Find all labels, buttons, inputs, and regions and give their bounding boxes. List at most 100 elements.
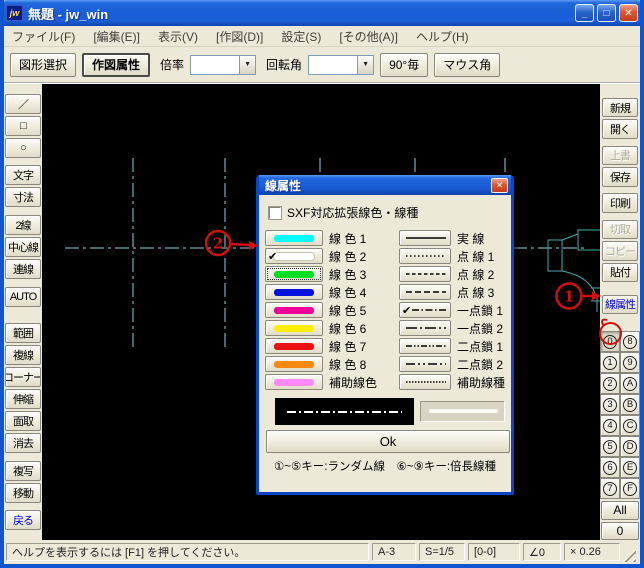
chevron-down-icon[interactable]: ▼ (239, 55, 256, 74)
left-tool-1-1[interactable]: 寸法 (5, 187, 41, 207)
left-tool-4-4[interactable]: 面取 (5, 411, 41, 431)
title-bar: jw 無題 - jw_win _ □ ✕ (0, 0, 644, 26)
layer-key-A[interactable]: A (620, 373, 640, 395)
layer-key-4[interactable]: 4 (600, 415, 620, 437)
color-swatch-button-5[interactable] (265, 302, 323, 318)
left-tool-5-1[interactable]: 移動 (5, 483, 41, 503)
shape-select-button[interactable]: 図形選択 (10, 52, 77, 77)
right-tool-3-2[interactable]: 貼付 (602, 262, 638, 283)
rotation-combo[interactable]: ▼ (308, 54, 375, 75)
right-tool-2-0[interactable]: 印刷 (602, 193, 638, 213)
mouse-angle-button[interactable]: マウス角 (434, 52, 501, 77)
linetype-button-1[interactable] (399, 230, 451, 246)
left-tool-0-0[interactable]: ／ (5, 94, 41, 114)
layer-key-D[interactable]: D (620, 436, 640, 458)
color-swatch-button-8[interactable] (265, 356, 323, 372)
layer-key-circle: 0 (603, 334, 617, 349)
scale-combo[interactable]: ▼ (190, 54, 257, 75)
right-tool-3-0[interactable]: 切取 (602, 219, 638, 240)
left-tool-0-2[interactable]: ○ (5, 138, 41, 158)
menu-item-0[interactable]: ファイル(F) (10, 26, 77, 47)
scale-combo-value[interactable] (191, 56, 239, 74)
layer-key-8[interactable]: 8 (620, 331, 640, 353)
left-tool-4-1[interactable]: 複線 (5, 345, 41, 365)
dialog-title-bar[interactable]: 線属性 ✕ (259, 175, 511, 195)
left-tool-3-0[interactable]: AUTO (5, 287, 41, 307)
left-tool-4-3[interactable]: 伸縮 (5, 389, 41, 409)
dialog-close-button[interactable]: ✕ (491, 177, 508, 193)
layer-key-9[interactable]: 9 (620, 352, 640, 374)
linetype-button-8[interactable] (399, 356, 451, 372)
maximize-button[interactable]: □ (597, 4, 616, 22)
menu-item-3[interactable]: [作図(D)] (214, 26, 265, 47)
color-bar (274, 270, 314, 278)
color-swatch-button-1[interactable] (265, 230, 323, 246)
color-swatch-button-9[interactable] (265, 374, 323, 390)
menu-item-1[interactable]: [編集(E)] (91, 26, 142, 47)
layer-key-1[interactable]: 1 (600, 352, 620, 374)
right-tool-3-1[interactable]: コピー (602, 241, 638, 261)
menu-item-2[interactable]: 表示(V) (156, 26, 200, 47)
linetype-button-4[interactable] (399, 284, 451, 300)
color-swatch-button-3[interactable] (265, 266, 323, 282)
status-panel-1: S=1/5 (419, 543, 465, 561)
linetype-button-2[interactable] (399, 248, 451, 264)
all-layers-button[interactable]: All (601, 501, 639, 520)
linetype-button-6[interactable] (399, 320, 451, 336)
scale-label: 倍率 (160, 58, 185, 72)
draw-attr-button[interactable]: 作図属性 (82, 52, 151, 77)
color-label-3: 線 色 3 (329, 267, 367, 282)
menu-item-4[interactable]: 設定(S) (279, 26, 323, 47)
close-button[interactable]: ✕ (619, 4, 638, 22)
color-label-1: 線 色 1 (329, 231, 367, 246)
layer-key-6[interactable]: 6 (600, 457, 620, 479)
left-tool-5-0[interactable]: 複写 (5, 461, 41, 481)
menu-item-6[interactable]: ヘルプ(H) (414, 26, 471, 47)
sxf-checkbox[interactable] (268, 205, 282, 220)
menu-item-5[interactable]: [その他(A)] (337, 26, 400, 47)
layer-key-grid: 08192A3B4C5D6E7F (600, 331, 640, 500)
color-swatch-button-2[interactable]: ✔ (265, 248, 323, 264)
layer-key-F[interactable]: F (620, 478, 640, 500)
left-tool-2-1[interactable]: 中心線 (5, 237, 41, 257)
resize-grip-icon[interactable] (623, 549, 636, 562)
layer-key-3[interactable]: 3 (600, 394, 620, 416)
left-tool-4-2[interactable]: コーナー (5, 367, 41, 387)
left-tool-4-0[interactable]: 範囲 (5, 323, 41, 343)
right-tool-0-0[interactable]: 新規 (602, 98, 638, 118)
rotation-combo-value[interactable] (309, 56, 357, 74)
right-tool-0-1[interactable]: 開く (602, 119, 638, 139)
color-swatch-button-7[interactable] (265, 338, 323, 354)
color-swatch-button-6[interactable] (265, 320, 323, 336)
layer-key-0[interactable]: 0 (600, 331, 620, 353)
left-tool-2-2[interactable]: 連線 (5, 259, 41, 279)
layer-key-C[interactable]: C (620, 415, 640, 437)
layer-key-B[interactable]: B (620, 394, 640, 416)
color-swatch-button-4[interactable] (265, 284, 323, 300)
linetype-button-5[interactable]: ✔ (399, 302, 451, 318)
right-tool-1-0[interactable]: 上書 (602, 145, 638, 166)
linetype-button-7[interactable] (399, 338, 451, 354)
per90-button[interactable]: 90°毎 (380, 52, 429, 77)
layer-key-7[interactable]: 7 (600, 478, 620, 500)
left-tool-0-1[interactable]: □ (5, 116, 41, 136)
minimize-button[interactable]: _ (575, 4, 594, 22)
layer-key-circle: 2 (603, 376, 617, 391)
right-tool-4-0[interactable]: 線属性 (602, 294, 638, 315)
linetype-label-9: 補助線種 (457, 375, 506, 390)
linetype-button-3[interactable] (399, 266, 451, 282)
chevron-down-icon[interactable]: ▼ (357, 55, 374, 74)
ok-button[interactable]: Ok (266, 430, 510, 453)
layer-key-E[interactable]: E (620, 457, 640, 479)
layer-key-5[interactable]: 5 (600, 436, 620, 458)
layer-group-button[interactable]: 0 (601, 521, 639, 541)
layer-key-circle: E (623, 460, 637, 475)
linetype-button-9[interactable] (399, 374, 451, 390)
layer-key-2[interactable]: 2 (600, 373, 620, 395)
sxf-checkbox-row[interactable]: SXF対応拡張線色・線種 (268, 204, 505, 221)
left-tool-6-0[interactable]: 戻る (5, 510, 41, 530)
left-tool-1-0[interactable]: 文字 (5, 165, 41, 185)
left-tool-4-5[interactable]: 消去 (5, 433, 41, 453)
right-tool-1-1[interactable]: 保存 (602, 167, 638, 187)
left-tool-2-0[interactable]: 2線 (5, 215, 41, 235)
